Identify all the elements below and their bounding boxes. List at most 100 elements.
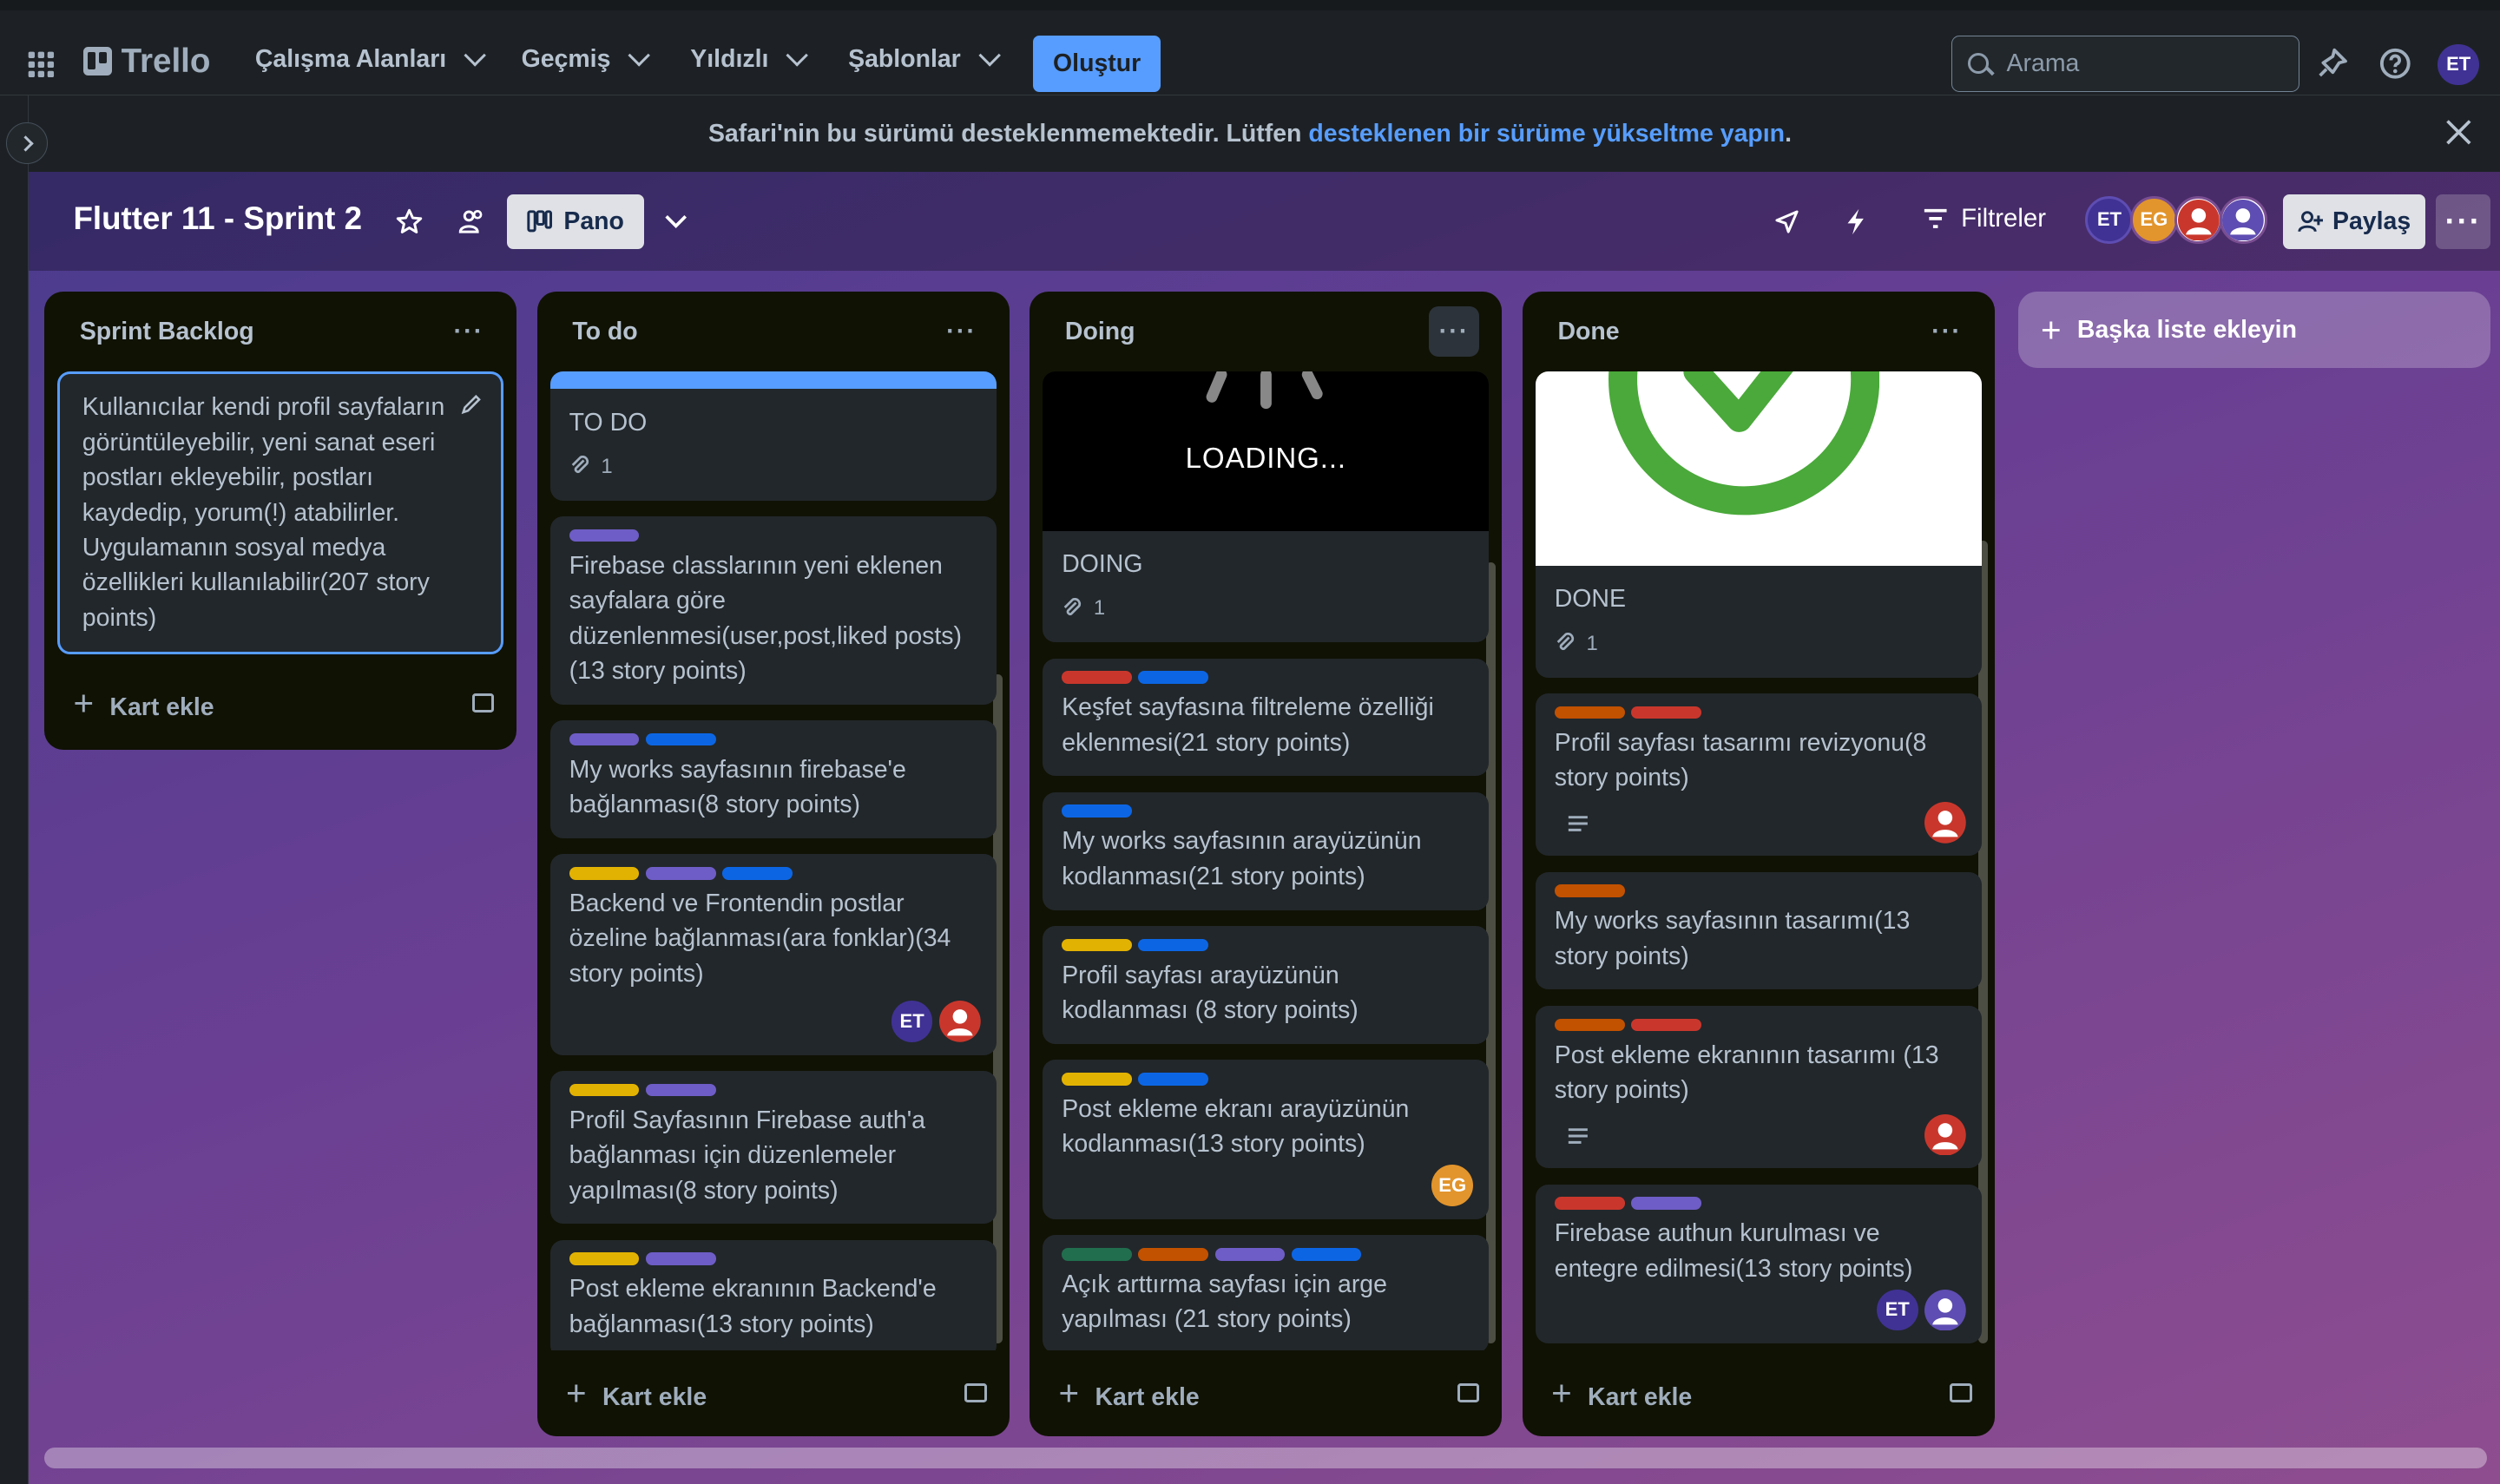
card[interactable]: DONE 1 (1535, 371, 1982, 678)
board-view-switcher[interactable]: Pano (507, 194, 644, 249)
label-yellow[interactable] (569, 1252, 640, 1266)
share-button[interactable]: Paylaş (2283, 194, 2425, 249)
label-red[interactable] (1062, 671, 1133, 684)
expand-sidebar-button[interactable] (6, 122, 49, 165)
label-purple[interactable] (1214, 1247, 1286, 1261)
label-blue[interactable] (1138, 671, 1209, 684)
card[interactable]: Kullanıcılar kendi profil sayfaların gör… (57, 371, 504, 654)
card-template-icon[interactable] (964, 1383, 987, 1403)
help-icon[interactable] (2378, 47, 2412, 81)
add-card-button[interactable]: + Kart ekle (44, 670, 516, 737)
card-template-icon[interactable] (1457, 1383, 1480, 1403)
create-button[interactable]: Oluştur (1033, 36, 1161, 92)
card[interactable]: LOADING... DOING 1 (1043, 371, 1490, 643)
label-purple[interactable] (645, 867, 716, 880)
user-avatar[interactable]: ET (2438, 43, 2480, 86)
card[interactable]: TO DO 1 (549, 371, 997, 501)
nav-starred[interactable]: Yıldızlı (690, 44, 809, 74)
member-avatar-photo[interactable] (1924, 1289, 1966, 1331)
member-avatar-photo[interactable] (2219, 195, 2267, 244)
label-orange[interactable] (1138, 1247, 1209, 1261)
board-horizontal-scrollbar[interactable] (44, 1447, 2488, 1468)
card[interactable]: My works sayfasının firebase'e bağlanmas… (549, 720, 997, 838)
label-yellow[interactable] (1062, 1072, 1133, 1086)
card[interactable]: Post ekleme ekranı arayüzünün kodlanması… (1043, 1060, 1490, 1219)
add-list-button[interactable]: + Başka liste ekleyin (2018, 292, 2490, 369)
label-red[interactable] (1554, 1197, 1625, 1210)
add-card-button[interactable]: + Kart ekle (537, 1360, 1010, 1427)
board-menu-button[interactable]: ··· (2436, 194, 2490, 249)
list-title[interactable]: Done (1557, 318, 1619, 346)
label-green[interactable] (1062, 1247, 1133, 1261)
list-menu-button[interactable]: ··· (1921, 306, 1972, 358)
card[interactable]: Profil Sayfasının Firebase auth'a bağlan… (549, 1071, 997, 1225)
member-avatar-photo[interactable] (938, 1001, 981, 1043)
label-yellow[interactable] (569, 1083, 640, 1097)
list-title[interactable]: To do (572, 318, 637, 346)
label-red[interactable] (1630, 1018, 1701, 1032)
trello-logo[interactable]: Trello (82, 43, 210, 81)
label-blue[interactable] (1062, 804, 1133, 818)
edit-pencil-icon[interactable] (460, 393, 483, 416)
label-yellow[interactable] (1062, 938, 1133, 952)
label-blue[interactable] (1138, 1072, 1209, 1086)
list-menu-button[interactable]: ··· (444, 306, 495, 358)
member-avatar[interactable]: ET (891, 1001, 933, 1043)
board-title[interactable]: Flutter 11 - Sprint 2 (73, 200, 362, 237)
star-icon[interactable] (395, 207, 424, 236)
label-purple[interactable] (645, 1252, 716, 1266)
label-purple[interactable] (1630, 1197, 1701, 1210)
banner-upgrade-link[interactable]: desteklenen bir sürüme yükseltme yapın (1308, 120, 1785, 148)
member-avatar[interactable]: EG (2129, 195, 2178, 244)
card[interactable]: Keşfet sayfasına filtreleme özelliği ekl… (1043, 658, 1490, 777)
chevron-down-icon[interactable] (663, 210, 688, 233)
close-icon[interactable] (2443, 116, 2475, 148)
label-yellow[interactable] (569, 867, 640, 880)
workspace-visibility-icon[interactable] (457, 207, 486, 236)
card-template-icon[interactable] (471, 693, 495, 713)
label-blue[interactable] (721, 867, 793, 880)
nav-recent[interactable]: Geçmiş (522, 44, 651, 74)
label-purple[interactable] (569, 732, 640, 746)
member-avatar-photo[interactable] (1924, 1113, 1966, 1156)
label-orange[interactable] (1554, 1018, 1625, 1032)
notifications-icon[interactable] (2317, 47, 2349, 79)
card[interactable]: Profil sayfası arayüzünün kodlanması (8 … (1043, 926, 1490, 1044)
member-avatar[interactable]: ET (1876, 1289, 1918, 1331)
label-blue[interactable] (1291, 1247, 1362, 1261)
list-menu-button[interactable]: ··· (936, 306, 987, 358)
list-menu-button[interactable]: ··· (1428, 305, 1480, 358)
label-red[interactable] (1630, 706, 1701, 719)
label-blue[interactable] (645, 732, 716, 746)
label-orange[interactable] (1554, 884, 1625, 897)
app-switcher-icon[interactable] (25, 49, 57, 81)
card[interactable]: Firebase authun kurulması ve entegre edi… (1535, 1184, 1982, 1344)
add-card-button[interactable]: + Kart ekle (1523, 1360, 1995, 1427)
card[interactable]: Firebase classlarının yeni eklenen sayfa… (549, 516, 997, 705)
list-title[interactable]: Doing (1065, 318, 1135, 346)
card[interactable]: My works sayfasının arayüzünün kodlanmas… (1043, 791, 1490, 910)
list-title[interactable]: Sprint Backlog (80, 318, 254, 346)
automation-icon[interactable] (1843, 207, 1868, 236)
member-avatar[interactable]: EG (1431, 1165, 1474, 1207)
card[interactable]: My works sayfasının tasarımı(13 story po… (1535, 871, 1982, 990)
member-avatar[interactable]: ET (2085, 195, 2134, 244)
label-orange[interactable] (1554, 706, 1625, 719)
member-avatar-photo[interactable] (2174, 195, 2223, 244)
label-purple[interactable] (569, 529, 640, 542)
power-ups-icon[interactable] (1773, 207, 1801, 236)
label-purple[interactable] (645, 1083, 716, 1097)
label-blue[interactable] (1138, 938, 1209, 952)
card[interactable]: Profil sayfası tasarımı revizyonu(8 stor… (1535, 693, 1982, 857)
card[interactable]: Backend ve Frontendin postlar özeline ba… (549, 854, 997, 1055)
nav-workspaces[interactable]: Çalışma Alanları (255, 44, 487, 74)
member-avatar-photo[interactable] (1924, 801, 1966, 844)
add-card-button[interactable]: + Kart ekle (1030, 1360, 1502, 1427)
card-template-icon[interactable] (1950, 1383, 1972, 1403)
nav-templates[interactable]: Şablonlar (848, 44, 1001, 74)
filters-button[interactable]: Filtreler (1923, 204, 2046, 233)
card[interactable]: Post ekleme ekranının tasarımı (13 story… (1535, 1005, 1982, 1169)
search-input[interactable]: Arama (1951, 36, 2299, 92)
card[interactable]: Post ekleme ekranının Backend'e bağlanma… (549, 1239, 997, 1350)
card[interactable]: Açık arttırma sayfası için arge yapılmas… (1043, 1235, 1490, 1350)
